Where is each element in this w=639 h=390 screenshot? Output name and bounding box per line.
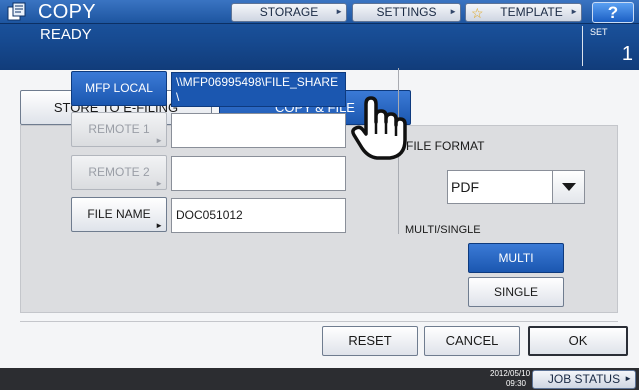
file-name-button[interactable]: FILE NAME ►: [71, 197, 167, 232]
template-label: TEMPLATE: [500, 5, 563, 19]
file-format-value: PDF: [451, 179, 479, 195]
storage-button[interactable]: STORAGE ►: [231, 3, 347, 22]
set-count: 1: [621, 43, 633, 65]
help-button[interactable]: ?: [592, 2, 634, 23]
mfp-local-button[interactable]: MFP LOCAL: [71, 71, 167, 106]
single-button[interactable]: SINGLE: [468, 277, 564, 307]
arrow-icon: ►: [155, 179, 163, 188]
multi-single-label: MULTI/SINGLE: [405, 224, 481, 236]
arrow-icon: ►: [449, 7, 457, 16]
arrow-icon: ►: [155, 221, 163, 230]
remote-1-button[interactable]: REMOTE 1 ►: [71, 112, 167, 147]
template-button[interactable]: ☆ TEMPLATE ►: [465, 3, 582, 22]
date-text: 2012/05/10: [490, 369, 531, 378]
arrow-icon: ►: [155, 136, 163, 145]
date-time: 2012/05/10 09:30: [490, 369, 531, 389]
star-icon: ☆: [471, 5, 484, 21]
chevron-down-icon: [562, 183, 576, 191]
time-text: 09:30: [505, 379, 526, 388]
app-title: COPY: [38, 1, 96, 23]
settings-label: SETTINGS: [376, 5, 437, 19]
settings-button[interactable]: SETTINGS ►: [352, 3, 461, 22]
reset-button[interactable]: RESET: [322, 326, 418, 356]
header-bar: COPY STORAGE ► SETTINGS ► ☆ TEMPLATE ► ?…: [0, 0, 639, 70]
copy-icon: [7, 2, 26, 21]
set-label: SET: [590, 27, 608, 37]
storage-label: STORAGE: [259, 5, 319, 19]
footer-separator: [20, 321, 618, 322]
status-text: READY: [40, 26, 92, 43]
job-status-label: JOB STATUS: [547, 372, 621, 386]
remote-2-path-field[interactable]: [171, 156, 346, 191]
arrow-icon: ►: [624, 374, 632, 383]
file-format-label: FILE FORMAT: [406, 139, 485, 153]
set-divider: [582, 26, 583, 66]
hand-pointer-icon: [351, 96, 407, 160]
dropdown-button[interactable]: [552, 171, 584, 203]
job-status-button[interactable]: JOB STATUS ►: [532, 370, 636, 389]
remote-2-button[interactable]: REMOTE 2 ►: [71, 155, 167, 190]
remote-1-label: REMOTE 1: [88, 122, 150, 136]
ok-button[interactable]: OK: [528, 326, 628, 356]
mfp-local-label: MFP LOCAL: [85, 81, 153, 95]
multi-button[interactable]: MULTI: [468, 243, 564, 273]
file-name-field[interactable]: DOC051012: [171, 198, 346, 233]
file-name-label: FILE NAME: [87, 207, 151, 221]
arrow-icon: ►: [335, 7, 343, 16]
cancel-button[interactable]: CANCEL: [424, 326, 520, 356]
status-bar: 2012/05/10 09:30 JOB STATUS ►: [0, 368, 639, 390]
mfp-local-path-field[interactable]: \\MFP06995498\FILE_SHARE\: [171, 72, 346, 107]
remote-2-label: REMOTE 2: [88, 165, 150, 179]
arrow-icon: ►: [570, 7, 578, 16]
remote-1-path-field[interactable]: [171, 113, 346, 148]
file-format-select[interactable]: PDF: [447, 170, 585, 204]
